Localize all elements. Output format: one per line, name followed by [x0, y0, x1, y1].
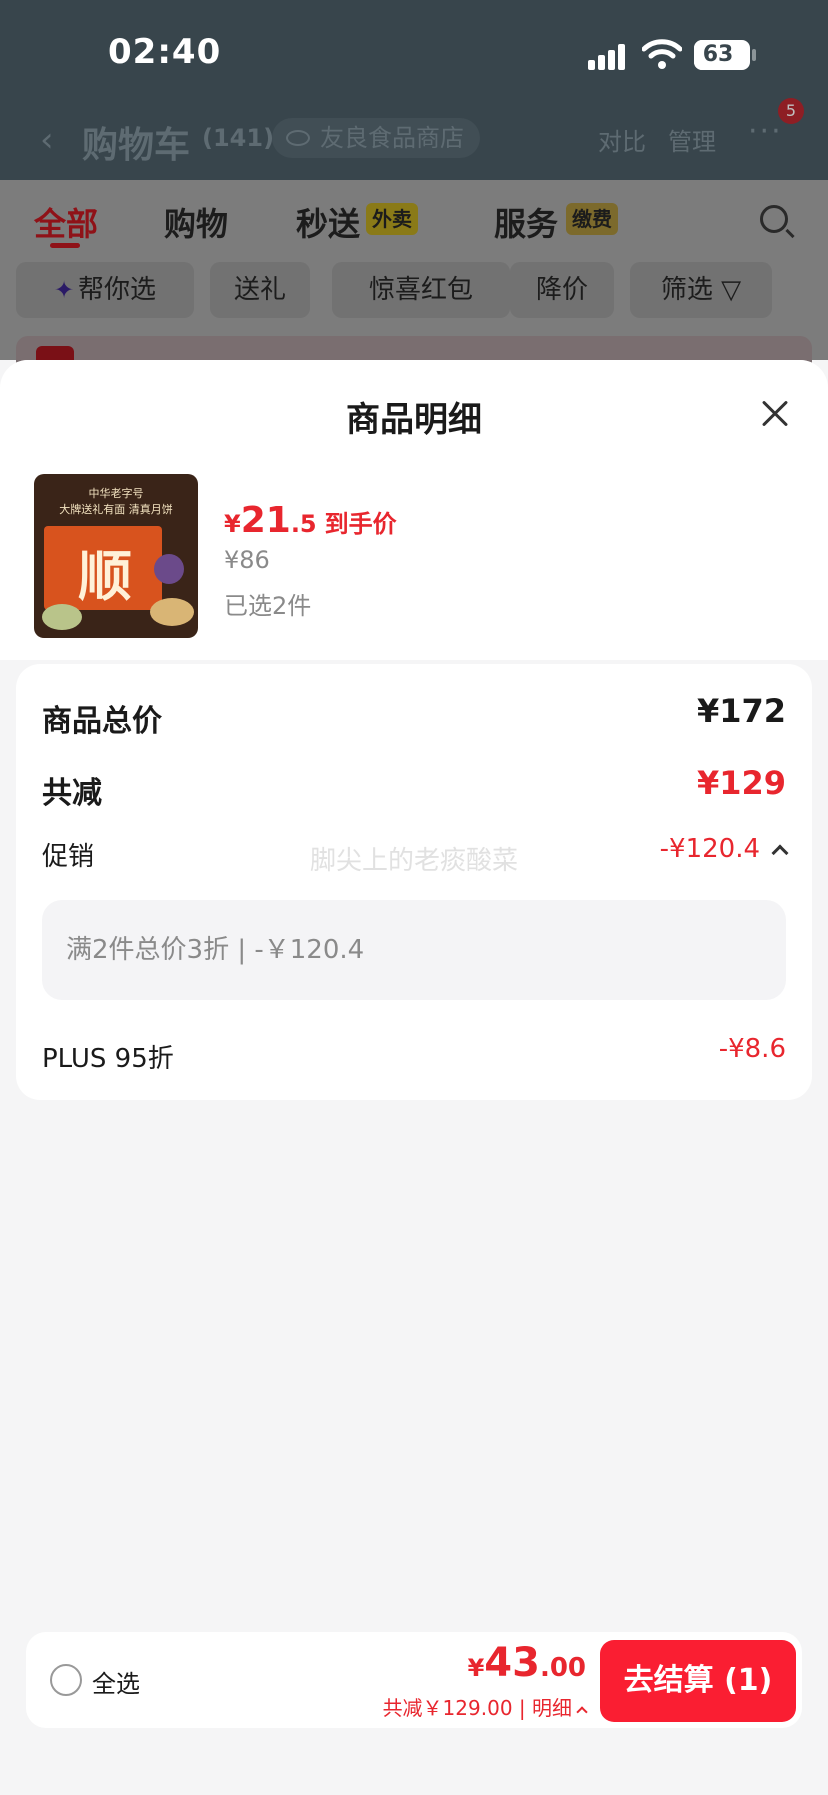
- selected-count: 已选2件: [224, 592, 312, 620]
- final-price-label: 到手价: [324, 510, 397, 538]
- store-name: 友良食品商店: [320, 124, 464, 152]
- funnel-icon: ▽: [721, 275, 742, 305]
- select-all-radio[interactable]: [50, 1664, 82, 1696]
- chevron-up-icon: [576, 1706, 588, 1718]
- saving-detail-link[interactable]: 共减￥129.00 | 明细: [383, 1692, 588, 1721]
- tab-indicator: [50, 243, 80, 248]
- total-price-label: 商品总价: [42, 704, 162, 739]
- cart-nav-bar: ‹ 购物车 (141) 友良食品商店 对比 管理 ··· 5: [0, 98, 828, 170]
- eye-icon: [286, 130, 310, 146]
- checkout-bar: 全选 ¥43.00 共减￥129.00 | 明细 去结算 (1): [26, 1632, 802, 1728]
- signal-icon: [588, 44, 630, 70]
- sparkle-icon: ✦: [53, 276, 75, 304]
- chevron-up-icon: [771, 844, 789, 862]
- product-detail-sheet: 商品明细 中华老字号 大牌送礼有面 清真月饼 顺 ¥21.5 到手价 ¥86 已选…: [0, 360, 828, 1795]
- chip-price-drop[interactable]: 降价: [510, 262, 614, 318]
- cart-count: (141): [202, 124, 275, 152]
- tab-service-tag: 缴费: [566, 203, 618, 235]
- chevron-left-icon[interactable]: ‹: [40, 120, 54, 160]
- original-price: ¥86: [224, 546, 270, 574]
- final-price: ¥21.5 到手价: [224, 500, 397, 541]
- sheet-header: 商品明细: [0, 360, 828, 460]
- wifi-icon: [642, 39, 682, 69]
- price-breakdown-card: 商品总价 ¥172 共减 ¥129 脚尖上的老痰酸菜 促销 -¥120.4 满2…: [16, 664, 812, 1100]
- promotion-toggle[interactable]: -¥120.4: [659, 834, 789, 864]
- chip-filter[interactable]: 筛选 ▽: [630, 262, 772, 318]
- product-summary: 中华老字号 大牌送礼有面 清真月饼 顺 ¥21.5 到手价 ¥86 已选2件: [0, 460, 828, 660]
- plus-discount-label: PLUS 95折: [42, 1044, 174, 1074]
- sheet-title: 商品明细: [346, 400, 482, 440]
- plus-discount-value: -¥8.6: [718, 1034, 786, 1064]
- tab-service[interactable]: 服务: [494, 199, 558, 245]
- product-thumbnail[interactable]: 中华老字号 大牌送礼有面 清真月饼 顺: [34, 474, 198, 638]
- checkout-total: ¥43.00: [467, 1640, 586, 1686]
- checkout-button[interactable]: 去结算 (1): [600, 1640, 796, 1722]
- search-icon[interactable]: [760, 205, 788, 233]
- discount-value: ¥129: [696, 764, 786, 802]
- manage-button[interactable]: 管理: [668, 122, 716, 157]
- promotion-rule: 满2件总价3折 | -￥120.4: [42, 900, 786, 1000]
- promotion-label: 促销: [42, 842, 95, 872]
- select-all-label[interactable]: 全选: [92, 1664, 140, 1699]
- close-icon[interactable]: [758, 396, 792, 430]
- battery-level: 63: [702, 42, 734, 67]
- more-icon[interactable]: ···: [748, 114, 783, 149]
- page-title: 购物车: [82, 125, 191, 166]
- store-filter-pill[interactable]: 友良食品商店: [272, 118, 480, 158]
- chip-red-packet[interactable]: 惊喜红包: [332, 262, 510, 318]
- tab-instant[interactable]: 秒送: [296, 199, 360, 245]
- compare-button[interactable]: 对比: [598, 122, 646, 157]
- chip-help-choose[interactable]: ✦ 帮你选: [16, 262, 194, 318]
- discount-label: 共减: [42, 776, 102, 811]
- status-time: 02:40: [108, 32, 222, 72]
- tab-shopping[interactable]: 购物: [164, 199, 228, 245]
- chip-gift[interactable]: 送礼: [210, 262, 310, 318]
- cart-tabs: 全部 购物 秒送 外卖 服务 缴费: [0, 195, 828, 255]
- tab-all[interactable]: 全部: [34, 199, 98, 245]
- battery-icon: 63: [694, 40, 750, 70]
- total-price-value: ¥172: [696, 692, 786, 730]
- message-badge: 5: [778, 98, 804, 124]
- tab-instant-tag: 外卖: [366, 203, 418, 235]
- status-bar: 02:40 63: [0, 0, 828, 100]
- promotion-value: -¥120.4: [659, 834, 760, 864]
